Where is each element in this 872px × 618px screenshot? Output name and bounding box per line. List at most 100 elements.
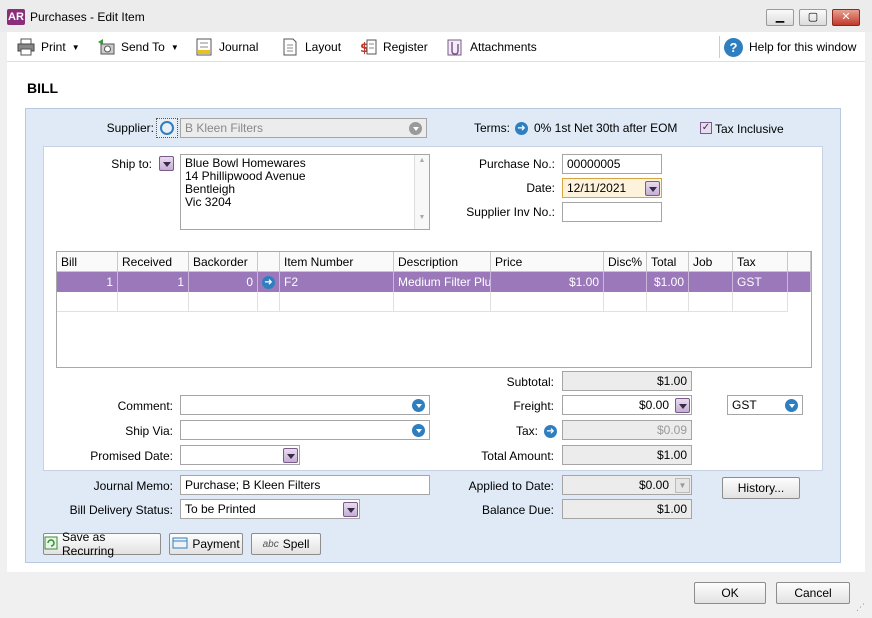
terms-label: Terms: — [474, 121, 510, 135]
column-header-total[interactable]: Total — [647, 252, 689, 272]
supplier-detail-button[interactable] — [156, 118, 178, 138]
comment-dropdown-icon[interactable] — [412, 399, 425, 412]
help-button[interactable]: ? Help for this window — [724, 32, 856, 62]
payment-button[interactable]: Payment — [169, 533, 243, 555]
cell-received[interactable]: 1 — [118, 272, 189, 292]
column-header-backorder[interactable]: Backorder — [189, 252, 258, 272]
empty-cell[interactable] — [258, 292, 280, 312]
print-label: Print — [41, 40, 66, 54]
register-button[interactable]: $ Register — [359, 32, 428, 62]
minimize-button[interactable]: ▁ — [766, 9, 794, 26]
supplier-field[interactable]: B Kleen Filters — [180, 118, 427, 138]
subtotal-label: Subtotal: — [506, 375, 554, 389]
journal-button[interactable]: Journal — [195, 32, 258, 62]
bill-delivery-status-select[interactable]: To be Printed — [180, 499, 360, 519]
ship-to-label: Ship to: — [111, 157, 152, 171]
payment-icon — [172, 536, 188, 553]
cancel-button[interactable]: Cancel — [776, 582, 850, 604]
cell-spacer — [788, 272, 811, 292]
empty-cell[interactable] — [689, 292, 733, 312]
register-label: Register — [383, 40, 428, 54]
date-picker-button[interactable] — [645, 181, 660, 196]
item-detail-arrow-icon: ➜ — [262, 275, 275, 289]
freight-tax-code-value: GST — [732, 398, 757, 412]
column-header-tax[interactable]: Tax — [733, 252, 788, 272]
toolbar: Print ▼ Send To ▼ Journal Layout $ Regis… — [7, 32, 865, 62]
payment-label: Payment — [192, 537, 240, 551]
tax-inclusive-checkbox[interactable]: ✓ — [700, 122, 712, 134]
freight-tax-dropdown-icon[interactable] — [785, 399, 798, 412]
spell-button[interactable]: abc Spell — [251, 533, 321, 555]
column-header-item-number[interactable]: Item Number — [280, 252, 394, 272]
cell-job[interactable] — [689, 272, 733, 292]
cell-item-number[interactable]: F2 — [280, 272, 394, 292]
column-header-description[interactable]: Description — [394, 252, 491, 272]
ship-to-scrollbar[interactable]: ▲ ▼ — [414, 155, 429, 229]
ok-button[interactable]: OK — [694, 582, 766, 604]
attachments-button[interactable]: Attachments — [446, 32, 537, 62]
bill-delivery-dropdown-button[interactable] — [343, 502, 358, 517]
promised-date-label: Promised Date: — [90, 449, 173, 463]
supplier-inv-label: Supplier Inv No.: — [466, 205, 555, 219]
cell-price[interactable]: $1.00 — [491, 272, 604, 292]
history-button[interactable]: History... — [722, 477, 800, 499]
empty-cell[interactable] — [604, 292, 647, 312]
total-amount-label: Total Amount: — [481, 449, 554, 463]
send-to-button[interactable]: Send To ▼ — [97, 32, 179, 62]
cell-bill[interactable]: 1 — [57, 272, 118, 292]
freight-field[interactable]: $0.00 — [562, 395, 692, 415]
terms-arrow-icon[interactable]: ➜ — [515, 122, 528, 135]
cell-backorder[interactable]: 0 — [189, 272, 258, 292]
print-button[interactable]: Print ▼ — [17, 32, 80, 62]
resize-grip-icon[interactable]: ⋰ — [856, 602, 865, 613]
tax-inclusive-label: Tax Inclusive — [715, 122, 784, 136]
cell-link[interactable]: ➜ — [258, 272, 280, 292]
save-as-recurring-button[interactable]: Save as Recurring — [43, 530, 161, 558]
cell-description[interactable]: Medium Filter Plug — [394, 272, 491, 292]
purchase-no-label: Purchase No.: — [478, 157, 555, 171]
column-header-bill[interactable]: Bill — [57, 252, 118, 272]
ship-to-address[interactable]: Blue Bowl Homewares 14 Phillipwood Avenu… — [180, 154, 430, 230]
empty-cell[interactable] — [491, 292, 604, 312]
tax-detail-arrow-icon[interactable]: ➜ — [544, 425, 557, 438]
supplier-label: Supplier: — [106, 121, 154, 135]
promised-date-picker-button[interactable] — [283, 448, 298, 463]
applied-dropdown-icon: ▼ — [675, 478, 690, 493]
empty-cell[interactable] — [647, 292, 689, 312]
promised-date-field[interactable] — [180, 445, 300, 465]
column-header-job[interactable]: Job — [689, 252, 733, 272]
spell-label: Spell — [282, 537, 310, 551]
maximize-button[interactable]: ▢ — [799, 9, 827, 26]
attachments-label: Attachments — [470, 40, 537, 54]
balance-due-field: $1.00 — [562, 499, 692, 519]
empty-cell[interactable] — [394, 292, 491, 312]
ship-via-field[interactable] — [180, 420, 430, 440]
comment-field[interactable] — [180, 395, 430, 415]
empty-cell[interactable] — [57, 292, 118, 312]
purchase-no-value: 00000005 — [567, 157, 621, 171]
empty-cell[interactable] — [118, 292, 189, 312]
supplier-inv-field[interactable] — [562, 202, 662, 222]
spell-check-icon: abc — [262, 538, 279, 550]
cell-tax[interactable]: GST — [733, 272, 788, 292]
ship-via-dropdown-icon[interactable] — [412, 424, 425, 437]
cell-disc[interactable] — [604, 272, 647, 292]
empty-cell[interactable] — [280, 292, 394, 312]
layout-icon — [281, 38, 299, 56]
column-header-received[interactable]: Received — [118, 252, 189, 272]
layout-button[interactable]: Layout — [281, 32, 341, 62]
history-label: History... — [737, 481, 785, 495]
journal-memo-field[interactable]: Purchase; B Kleen Filters — [180, 475, 430, 495]
column-header-price[interactable]: Price — [491, 252, 604, 272]
column-header-disc[interactable]: Disc% — [604, 252, 647, 272]
ship-to-dropdown[interactable] — [159, 156, 174, 171]
supplier-dropdown-icon[interactable] — [409, 122, 422, 135]
purchase-no-field[interactable]: 00000005 — [562, 154, 662, 174]
journal-icon — [195, 38, 213, 56]
freight-dropdown-button[interactable] — [675, 398, 690, 413]
empty-cell[interactable] — [733, 292, 788, 312]
close-button[interactable]: ✕ — [832, 9, 860, 26]
empty-cell[interactable] — [189, 292, 258, 312]
app-logo-icon: AR — [7, 9, 25, 25]
cell-total[interactable]: $1.00 — [647, 272, 689, 292]
